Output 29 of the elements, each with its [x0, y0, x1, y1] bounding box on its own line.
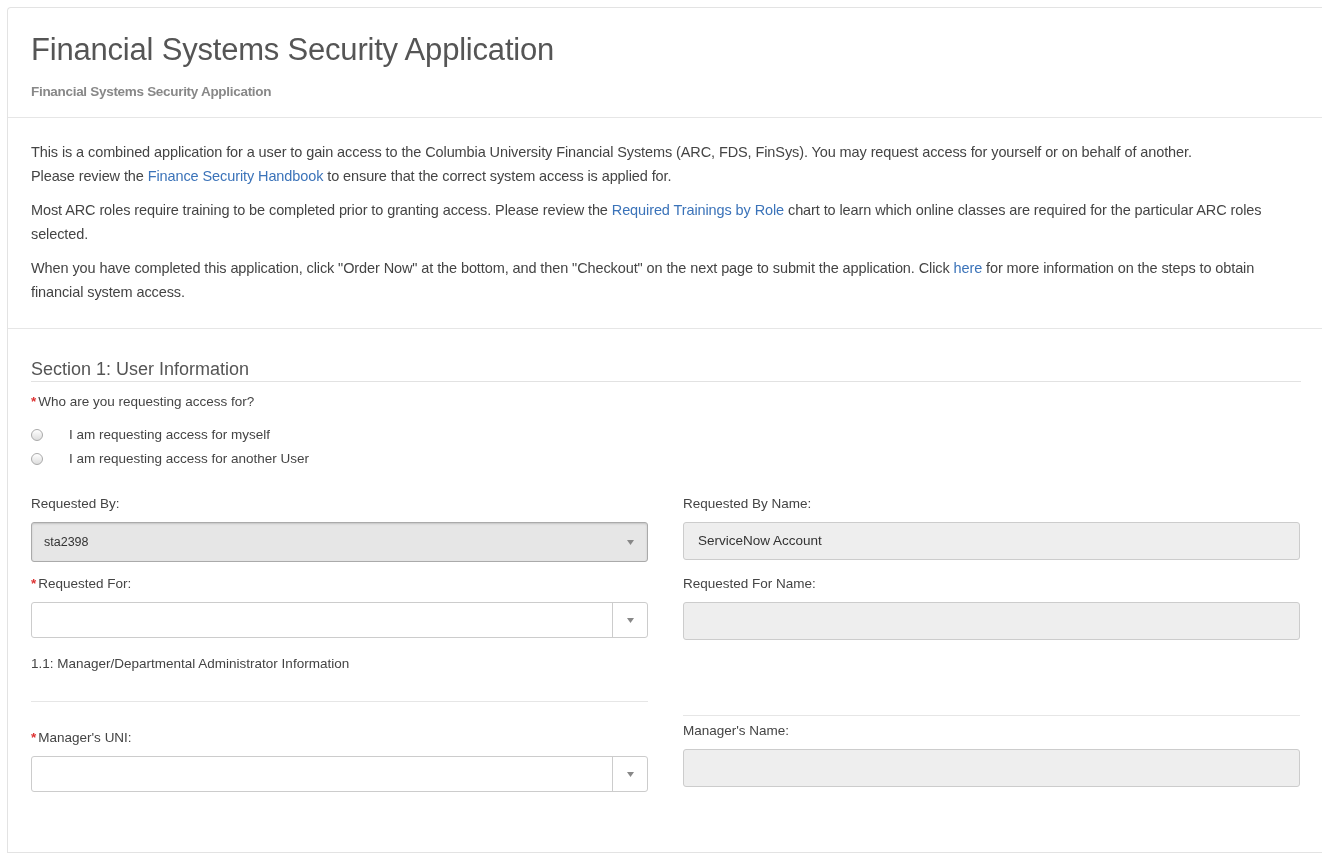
page-subtitle: Financial Systems Security Application [31, 84, 273, 99]
radio-button[interactable] [31, 428, 43, 441]
radio-label[interactable]: I am requesting access for myself [69, 427, 271, 442]
field-label: Manager's Name: [683, 723, 790, 740]
intro-paragraph: When you have completed this application, click "Order Now" at the bottom, and then "Checkout" on the next page to submit the application. Click here for more information on the steps to obtain financial system access. [31, 259, 1256, 302]
link[interactable]: Finance Security Handbook [147, 168, 324, 184]
radio-button[interactable] [31, 452, 43, 465]
select-field[interactable] [31, 602, 648, 638]
intro-paragraph: This is a combined application for a user to gain access to the Columbia University Financial Systems (ARC, FDS, FinSys). You may request access for yourself or on behalf of another. Please review the Finance Security Handbook to ensure that the correct system access is applied for. [31, 143, 1193, 186]
caret-icon [626, 617, 634, 623]
section-heading: Section 1: User Information [31, 359, 1301, 382]
field-label: Requested By Name: [683, 496, 812, 513]
field-label: Requested For Name: [683, 576, 816, 593]
question-label: Who are you requesting access for? [38, 394, 255, 409]
select-field[interactable] [31, 756, 648, 792]
radio-label[interactable]: I am requesting access for another User [69, 451, 310, 466]
required-marker: * [31, 730, 37, 747]
link[interactable]: here [953, 260, 983, 276]
link[interactable]: Required Trainings by Role [611, 202, 785, 218]
field-label: Requested For: [38, 576, 132, 593]
field-label: Requested By: [31, 496, 120, 513]
page-title: Financial Systems Security Application [31, 32, 556, 68]
required-marker: * [31, 394, 37, 409]
required-marker: * [31, 576, 37, 593]
field-label: Manager's UNI: [38, 730, 132, 747]
caret-icon [626, 539, 634, 545]
intro-paragraph: Most ARC roles require training to be completed prior to granting access. Please review the Required Trainings by Role chart to learn which online classes are required for the particular ARC roles selected. [31, 201, 1263, 244]
subsection-title: 1.1: Manager/Departmental Administrator Information [31, 656, 351, 671]
caret-icon [626, 771, 634, 777]
